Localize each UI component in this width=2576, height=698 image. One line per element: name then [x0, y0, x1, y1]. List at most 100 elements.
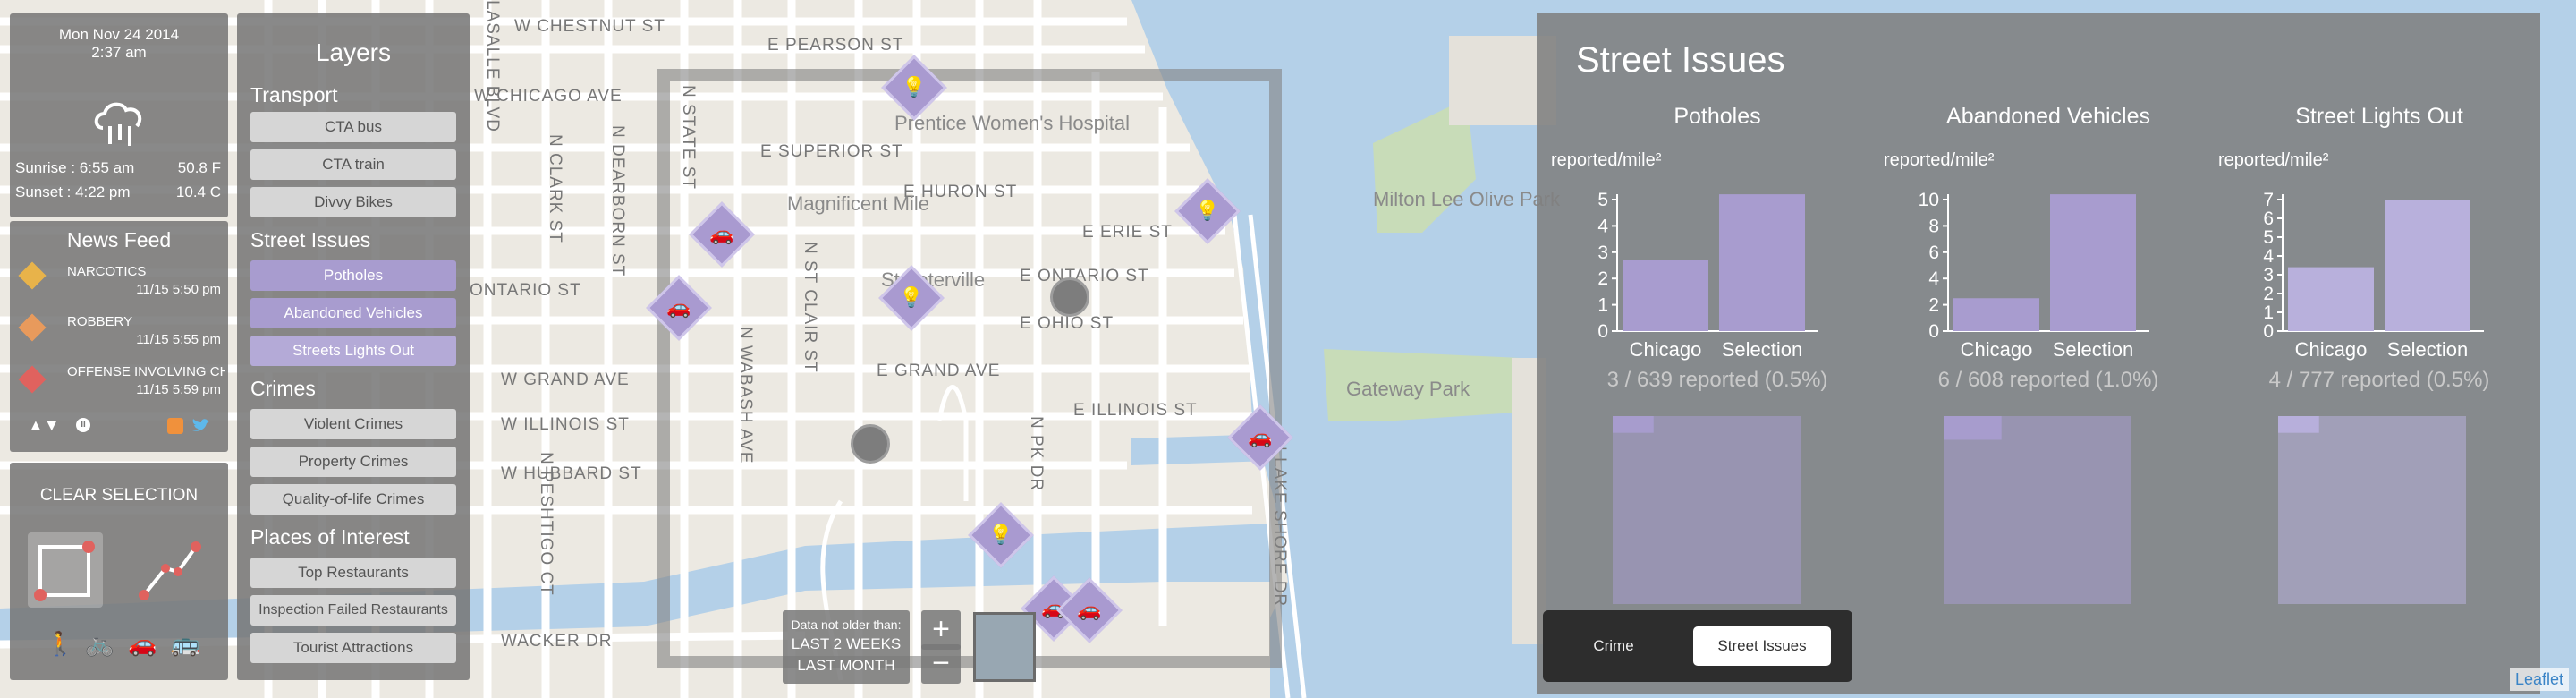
y-tick-label: 0: [2263, 321, 2274, 342]
lightbulb-icon: 💡: [899, 286, 924, 310]
label-w-chestnut: W CHESTNUT ST: [514, 17, 665, 36]
rain-cloud-icon: [94, 102, 142, 146]
layer-divvy-bikes[interactable]: Divvy Bikes: [250, 187, 456, 217]
sunset-label: Sunset : 4:22 pm: [15, 183, 131, 200]
x-tick-label: Chicago: [1630, 338, 1702, 361]
news-scroll-arrows[interactable]: ▲▼: [28, 416, 60, 435]
share-squares: [1613, 416, 2466, 604]
layer-violent-crimes[interactable]: Violent Crimes: [250, 409, 456, 439]
y-tick-label: 3: [1597, 243, 1608, 263]
x-tick-label: Chicago: [1961, 338, 2033, 361]
bar: [2050, 194, 2136, 331]
twitter-icon[interactable]: [191, 416, 212, 436]
weather-panel: Mon Nov 24 2014 2:37 am Sunrise : 6:55 a…: [10, 13, 228, 217]
chart-title: Potholes: [1674, 104, 1761, 129]
pause-icon[interactable]: II: [76, 418, 90, 432]
label-n-clark: N CLARK ST: [546, 134, 564, 243]
bar-charts: 012345Chicago Selection0246810Chicago Sele…: [1597, 190, 2484, 361]
selection-area[interactable]: [657, 69, 1282, 668]
y-tick-label: 0: [1597, 321, 1608, 342]
y-tick-label: 4: [2263, 246, 2274, 267]
bar: [1623, 260, 1708, 331]
walk-icon[interactable]: 🚶: [46, 631, 74, 658]
bar: [2385, 200, 2470, 331]
temp-fahrenheit: 50.8 F: [177, 159, 221, 176]
section-places-of-interest: Places of Interest: [250, 525, 410, 549]
layer-inspection-failed-restaurants[interactable]: Inspection Failed Restaurants: [250, 595, 456, 626]
last-month-option[interactable]: LAST MONTH: [783, 657, 910, 675]
total-square: [2278, 416, 2466, 604]
y-tick-label: 1: [2263, 302, 2274, 323]
lightbulb-icon: 💡: [902, 76, 927, 99]
bus-icon[interactable]: 🚌: [171, 631, 199, 658]
news-item[interactable]: ROBBERY 11/15 5:55 pm: [17, 311, 225, 357]
label-e-pearson: E PEARSON ST: [767, 36, 903, 55]
news-item-time: 11/15 5:59 pm: [136, 382, 221, 397]
bike-icon[interactable]: 🚲: [85, 631, 114, 658]
rectangle-select-tool[interactable]: [28, 532, 103, 608]
car-icon: 🚗: [709, 223, 734, 246]
news-item-title: OFFENSE INVOLVING CH: [67, 364, 225, 379]
path-select-tool[interactable]: [131, 532, 207, 608]
chart-summary: 3 / 639 reported (0.5%): [1606, 368, 1828, 392]
pothole-marker[interactable]: [851, 424, 890, 464]
minimap[interactable]: [973, 612, 1036, 682]
label-wacker: WACKER DR: [501, 632, 612, 651]
layer-property-crimes[interactable]: Property Crimes: [250, 447, 456, 477]
total-square: [1944, 416, 2131, 604]
y-tick-label: 8: [1928, 216, 1939, 236]
bar: [1719, 194, 1805, 331]
selection-share: [1944, 416, 2002, 440]
car-icon[interactable]: 🚗: [128, 631, 157, 658]
layer-potholes[interactable]: Potholes: [250, 260, 456, 291]
warning-icon: [18, 261, 47, 290]
y-tick-label: 3: [2263, 265, 2274, 285]
news-item-time: 11/15 5:50 pm: [136, 282, 221, 297]
pothole-marker[interactable]: [1050, 277, 1089, 317]
label-gateway-park: Gateway Park: [1346, 378, 1470, 400]
x-tick-label: Chicago: [2295, 338, 2368, 361]
clear-selection-button[interactable]: CLEAR SELECTION: [10, 486, 228, 506]
chart-ylabel: reported/mile²: [2218, 150, 2329, 170]
label-lasalle: LASALLE BLVD: [483, 0, 502, 132]
news-item-title: ROBBERY: [67, 314, 133, 329]
section-crimes: Crimes: [250, 377, 316, 400]
news-item-title: NARCOTICS: [67, 264, 147, 279]
chart-ylabel: reported/mile²: [1884, 150, 1995, 170]
chart-title: Abandoned Vehicles: [1946, 104, 2150, 129]
layer-quality-of-life-crimes[interactable]: Quality-of-life Crimes: [250, 484, 456, 515]
layer-top-restaurants[interactable]: Top Restaurants: [250, 558, 456, 588]
layer-street-lights-out[interactable]: Streets Lights Out: [250, 336, 456, 366]
lightbulb-icon: 💡: [1195, 200, 1220, 223]
news-item[interactable]: OFFENSE INVOLVING CH 11/15 5:59 pm: [17, 361, 225, 407]
layer-cta-train[interactable]: CTA train: [250, 149, 456, 180]
tab-street-issues[interactable]: Street Issues: [1693, 626, 1831, 666]
y-tick-label: 5: [1597, 190, 1608, 210]
x-tick-label: Selection: [2387, 338, 2469, 361]
label-n-dearborn: N DEARBORN ST: [608, 125, 627, 277]
leaflet-attribution[interactable]: Leaflet: [2509, 668, 2569, 691]
selection-share: [2278, 416, 2319, 433]
layers-panel: Layers Transport CTA bus CTA train Divvy…: [237, 13, 470, 680]
layer-tourist-attractions[interactable]: Tourist Attractions: [250, 633, 456, 663]
chart-title: Street Lights Out: [2295, 104, 2463, 129]
layer-abandoned-vehicles[interactable]: Abandoned Vehicles: [250, 298, 456, 328]
layer-cta-bus[interactable]: CTA bus: [250, 112, 456, 142]
x-tick-label: Selection: [1722, 338, 1803, 361]
car-icon: 🚗: [1248, 426, 1273, 449]
y-tick-label: 4: [1928, 268, 1939, 289]
chart-summary: 4 / 777 reported (0.5%): [2268, 368, 2490, 392]
selection-share: [1613, 416, 1654, 433]
news-item[interactable]: NARCOTICS 11/15 5:50 pm: [17, 260, 225, 307]
street-issues-stats-panel: Street Issues Potholes Abandoned Vehicle…: [1537, 13, 2540, 694]
rss-icon[interactable]: [167, 418, 183, 434]
zoom-out-button[interactable]: −: [921, 644, 961, 684]
lightbulb-icon: 💡: [988, 524, 1013, 547]
y-tick-label: 0: [1928, 321, 1939, 342]
car-icon: 🚗: [1077, 599, 1102, 622]
last-2-weeks-option[interactable]: LAST 2 WEEKS: [783, 635, 910, 653]
time-filter: Data not older than: LAST 2 WEEKS LAST M…: [783, 610, 910, 684]
tab-crime[interactable]: Crime: [1555, 626, 1672, 666]
label-w-illinois: W ILLINOIS ST: [501, 415, 630, 434]
y-tick-label: 6: [2263, 209, 2274, 229]
